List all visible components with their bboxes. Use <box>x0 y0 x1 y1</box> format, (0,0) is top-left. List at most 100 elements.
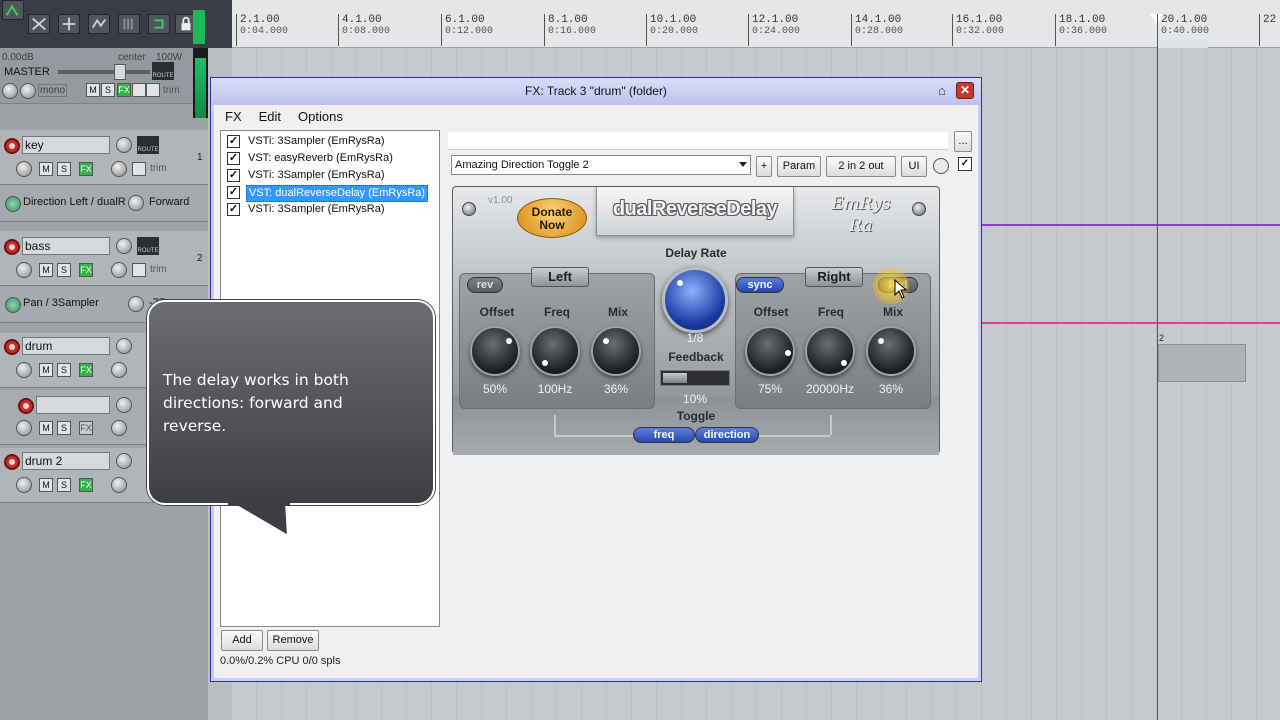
trim-label[interactable]: trim <box>150 163 167 174</box>
envelope-value-knob[interactable] <box>128 195 144 211</box>
master-volume-slider[interactable] <box>58 70 150 74</box>
master-pan-knob[interactable] <box>2 83 18 99</box>
solo-button[interactable]: S <box>57 478 71 492</box>
fx-button[interactable]: FX <box>79 363 93 377</box>
timeline-ruler[interactable]: 2.1.00 0:04.000 4.1.00 0:08.000 6.1.00 0:12… <box>232 0 1280 48</box>
toggle-direction-button[interactable]: direction <box>695 427 759 443</box>
donate-button[interactable]: Donate Now <box>517 198 587 238</box>
trim-label[interactable]: trim <box>163 85 180 96</box>
route-button[interactable]: ROUTE <box>137 237 159 255</box>
mono-button[interactable]: mono <box>38 84 68 97</box>
solo-button[interactable]: S <box>57 421 71 435</box>
route-button[interactable]: ROUTE <box>137 136 159 154</box>
volume-knob[interactable] <box>116 137 132 153</box>
record-arm-button[interactable] <box>4 454 20 470</box>
envelope-icon[interactable] <box>132 263 146 277</box>
feedback-slider[interactable] <box>660 370 730 386</box>
left-freq-knob[interactable] <box>530 326 580 376</box>
fx-button[interactable]: FX <box>79 478 93 492</box>
fx-bypass-checkbox[interactable]: ✓ <box>958 157 972 171</box>
ui-toggle-button[interactable]: UI <box>901 156 927 177</box>
solo-button[interactable]: S <box>57 263 71 277</box>
trim-label[interactable]: trim <box>150 264 167 275</box>
fx-enable-checkbox[interactable]: ✓ <box>227 169 240 182</box>
volume-knob[interactable] <box>116 397 132 413</box>
envelope-icon[interactable] <box>132 162 146 176</box>
ripple-icon[interactable] <box>2 0 24 20</box>
master-mute-button[interactable]: M <box>86 83 100 97</box>
track-key[interactable]: key ROUTE M S FX trim 1 <box>0 130 208 185</box>
fx-button[interactable]: FX <box>79 421 93 435</box>
envelope-lock-icon[interactable] <box>88 14 110 34</box>
fx-bypass-icon[interactable] <box>111 477 127 493</box>
time-selection[interactable] <box>1158 40 1208 48</box>
record-arm-button[interactable] <box>4 339 20 355</box>
menu-fx[interactable]: FX <box>215 107 249 127</box>
mute-button[interactable]: M <box>39 363 53 377</box>
track-name-field[interactable]: drum 2 <box>22 452 110 470</box>
master-solo-button[interactable]: S <box>101 83 115 97</box>
track-name-field[interactable] <box>36 396 110 414</box>
master-volume-thumb[interactable] <box>114 64 126 80</box>
fx-enable-checkbox[interactable]: ✓ <box>227 135 240 148</box>
pan-knob[interactable] <box>16 420 32 436</box>
envelope-lane-direction[interactable]: Direction Left / dualR Forward <box>0 186 208 222</box>
more-button[interactable]: ... <box>954 131 972 152</box>
record-arm-button[interactable] <box>4 239 20 255</box>
add-preset-button[interactable]: + <box>756 156 772 177</box>
right-mix-knob[interactable] <box>866 326 916 376</box>
solo-button[interactable]: S <box>57 162 71 176</box>
fx-bypass-icon[interactable] <box>111 420 127 436</box>
pan-knob[interactable] <box>16 362 32 378</box>
window-titlebar[interactable]: FX: Track 3 "drum" (folder) ⌂ ✕ <box>211 78 981 105</box>
fx-bypass-icon[interactable] <box>111 161 127 177</box>
pan-envelope-line[interactable] <box>980 322 1280 324</box>
volume-knob[interactable] <box>116 238 132 254</box>
dock-tab-icon[interactable] <box>193 10 205 44</box>
fx-bypass-icon[interactable] <box>111 262 127 278</box>
fx-list-item[interactable]: ✓ VSTi: 3Sampler (EmRysRa) <box>227 168 433 183</box>
media-item[interactable] <box>1158 344 1246 382</box>
fx-button[interactable]: FX <box>79 162 93 176</box>
mute-button[interactable]: M <box>39 263 53 277</box>
right-freq-knob[interactable] <box>805 326 855 376</box>
mute-button[interactable]: M <box>39 478 53 492</box>
fx-enable-checkbox[interactable]: ✓ <box>227 186 240 199</box>
pan-knob[interactable] <box>16 161 32 177</box>
grid-icon[interactable] <box>58 14 80 34</box>
route-button[interactable]: ROUTE <box>152 62 174 80</box>
toggle-freq-button[interactable]: freq <box>633 427 695 443</box>
close-button[interactable]: ✕ <box>956 82 974 99</box>
fx-list-item[interactable]: ✓ VST: easyReverb (EmRysRa) <box>227 151 433 166</box>
mute-button[interactable]: M <box>39 421 53 435</box>
track-name-field[interactable]: key <box>22 136 110 154</box>
right-offset-knob[interactable] <box>745 326 795 376</box>
fx-enable-checkbox[interactable]: ✓ <box>227 203 240 216</box>
menu-options[interactable]: Options <box>288 107 350 127</box>
volume-knob[interactable] <box>116 453 132 469</box>
feedback-slider-thumb[interactable] <box>663 373 687 383</box>
envelope-active-icon[interactable] <box>5 196 21 212</box>
sync-toggle[interactable]: sync <box>736 277 784 293</box>
delay-rate-knob[interactable] <box>662 267 728 333</box>
volume-knob[interactable] <box>116 338 132 354</box>
add-fx-button[interactable]: Add <box>221 630 263 651</box>
fx-list-item[interactable]: ✓ VSTi: 3Sampler (EmRysRa) <box>227 202 433 217</box>
fx-bypass-icon[interactable] <box>111 362 127 378</box>
fx-list-item-selected[interactable]: ✓ VST: dualReverseDelay (EmRysRa) <box>227 185 433 202</box>
pan-knob[interactable] <box>16 262 32 278</box>
master-fx-button[interactable]: FX <box>117 83 131 97</box>
record-arm-button[interactable] <box>18 398 34 414</box>
fx-list-item[interactable]: ✓ VSTi: 3Sampler (EmRysRa) <box>227 134 433 149</box>
pan-knob[interactable] <box>16 477 32 493</box>
mute-button[interactable]: M <box>39 162 53 176</box>
reverse-toggle[interactable]: rev <box>467 277 503 293</box>
master-track[interactable]: 0.00dB center 100W MASTER ROUTE mono M S… <box>0 48 208 104</box>
track-bass[interactable]: bass ROUTE M S FX trim 2 <box>0 231 208 286</box>
fx-enable-checkbox[interactable]: ✓ <box>227 152 240 165</box>
preset-dropdown[interactable]: Amazing Direction Toggle 2 <box>451 155 751 175</box>
left-offset-knob[interactable] <box>470 326 520 376</box>
pin-icon[interactable]: ⌂ <box>938 83 946 98</box>
envelope-icon[interactable] <box>146 83 160 97</box>
remove-fx-button[interactable]: Remove <box>267 630 319 651</box>
